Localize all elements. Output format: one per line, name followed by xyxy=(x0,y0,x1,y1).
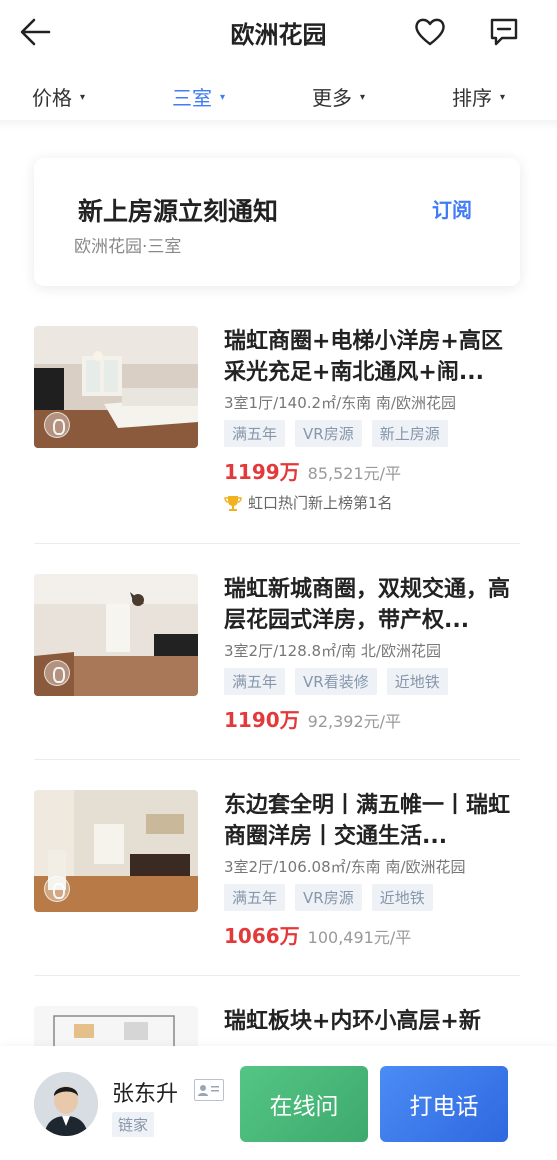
filter-rooms[interactable]: 三室 ▾ xyxy=(172,82,225,111)
price-row: 1199万 85,521元/平 xyxy=(224,456,401,485)
vr-icon xyxy=(44,660,70,686)
agent-contact-bar: 张东升 链家 在线问 打电话 xyxy=(0,1046,557,1160)
price-row: 1190万 92,392元/平 xyxy=(224,704,401,733)
listing-item[interactable]: 瑞虹板块+内环小高层+新 xyxy=(34,1006,524,1046)
filter-bar: 价格 ▾ 三室 ▾ 更多 ▾ 排序 ▾ xyxy=(0,70,557,120)
tag: 近地铁 xyxy=(386,668,448,695)
subscribe-subtitle: 欧洲花园·三室 xyxy=(74,237,182,257)
listing-title: 瑞虹板块+内环小高层+新 xyxy=(224,1009,481,1034)
tag: 满五年 xyxy=(224,420,286,447)
message-button[interactable] xyxy=(486,14,522,50)
listing-title: 东边套全明丨满五帷一丨瑞虹商圈洋房丨交通生活... xyxy=(224,793,511,849)
agent-avatar[interactable] xyxy=(34,1072,98,1136)
chevron-down-icon: ▾ xyxy=(220,92,226,103)
divider xyxy=(34,543,520,544)
chevron-down-icon: ▾ xyxy=(80,92,86,103)
divider xyxy=(34,759,520,760)
chat-icon xyxy=(490,18,518,46)
subscribe-title: 新上房源立刻通知 xyxy=(78,197,279,226)
vr-icon xyxy=(44,412,70,438)
filter-label: 更多 xyxy=(312,86,352,110)
total-price: 1199万 xyxy=(224,460,300,484)
tag: VR看装修 xyxy=(295,668,377,695)
listing-title: 瑞虹新城商圈，双规交通，高层花园式洋房，带产权... xyxy=(224,577,511,633)
unit-price: 85,521元/平 xyxy=(307,464,402,483)
filter-more[interactable]: 更多 ▾ xyxy=(312,82,365,111)
subscribe-button[interactable]: 订阅 xyxy=(432,194,472,223)
listing-photo xyxy=(34,1006,198,1046)
subscribe-card[interactable]: 新上房源立刻通知 欧洲花园·三室 订阅 xyxy=(34,158,520,286)
listing-title: 瑞虹商圈+电梯小洋房+高区采光充足+南北通风+闹... xyxy=(224,329,503,385)
tag: 满五年 xyxy=(224,668,286,695)
back-button[interactable] xyxy=(18,14,54,50)
price-row: 1066万 100,491元/平 xyxy=(224,920,411,949)
listing-item[interactable]: 东边套全明丨满五帷一丨瑞虹商圈洋房丨交通生活... 3室2厅/106.08㎡/东… xyxy=(34,790,524,1000)
listing-meta: 3室2厅/106.08㎡/东南 南/欧洲花园 xyxy=(224,858,466,876)
filter-bar-shadow xyxy=(0,120,557,130)
unit-price: 92,392元/平 xyxy=(307,712,402,731)
listing-meta: 3室2厅/128.8㎡/南 北/欧洲花园 xyxy=(224,642,441,660)
unit-price: 100,491元/平 xyxy=(307,928,412,947)
chevron-down-icon: ▾ xyxy=(360,92,366,103)
tag: VR房源 xyxy=(295,420,362,447)
listing-item[interactable]: 瑞虹商圈+电梯小洋房+高区采光充足+南北通风+闹... 3室1厅/140.2㎡/… xyxy=(34,326,524,536)
filter-label: 三室 xyxy=(172,86,212,110)
listing-tags: 满五年 VR房源 近地铁 xyxy=(224,884,433,911)
agent-name[interactable]: 张东升 xyxy=(112,1076,178,1108)
header: 欧洲花园 xyxy=(0,0,557,64)
rank-badge: 虹口热门新上榜第1名 xyxy=(224,492,393,513)
total-price: 1190万 xyxy=(224,708,300,732)
page-title: 欧洲花园 xyxy=(230,21,327,49)
chevron-down-icon: ▾ xyxy=(500,92,506,103)
tag: 满五年 xyxy=(224,884,286,911)
business-card-icon[interactable] xyxy=(194,1079,224,1101)
listing-tags: 满五年 VR房源 新上房源 xyxy=(224,420,448,447)
tag: VR房源 xyxy=(295,884,362,911)
rank-text: 虹口热门新上榜第1名 xyxy=(248,494,393,512)
listing-tags: 满五年 VR看装修 近地铁 xyxy=(224,668,448,695)
filter-label: 排序 xyxy=(452,86,492,110)
call-button[interactable]: 打电话 xyxy=(380,1066,508,1142)
total-price: 1066万 xyxy=(224,924,300,948)
divider xyxy=(34,975,520,976)
listing-photo xyxy=(34,326,198,448)
heart-icon xyxy=(415,18,445,46)
online-chat-button[interactable]: 在线问 xyxy=(240,1066,368,1142)
listing-meta: 3室1厅/140.2㎡/东南 南/欧洲花园 xyxy=(224,394,456,412)
agency-badge: 链家 xyxy=(112,1112,155,1137)
listing-photo xyxy=(34,790,198,912)
tag: 新上房源 xyxy=(371,420,448,447)
filter-label: 价格 xyxy=(32,86,72,110)
listing-photo xyxy=(34,574,198,696)
trophy-icon xyxy=(224,495,242,511)
filter-sort[interactable]: 排序 ▾ xyxy=(452,82,505,111)
listing-item[interactable]: 瑞虹新城商圈，双规交通，高层花园式洋房，带产权... 3室2厅/128.8㎡/南… xyxy=(34,574,524,784)
vr-icon xyxy=(44,876,70,902)
favorite-button[interactable] xyxy=(412,14,448,50)
filter-price[interactable]: 价格 ▾ xyxy=(32,82,85,111)
arrow-left-icon xyxy=(20,18,51,46)
tag: 近地铁 xyxy=(371,884,433,911)
